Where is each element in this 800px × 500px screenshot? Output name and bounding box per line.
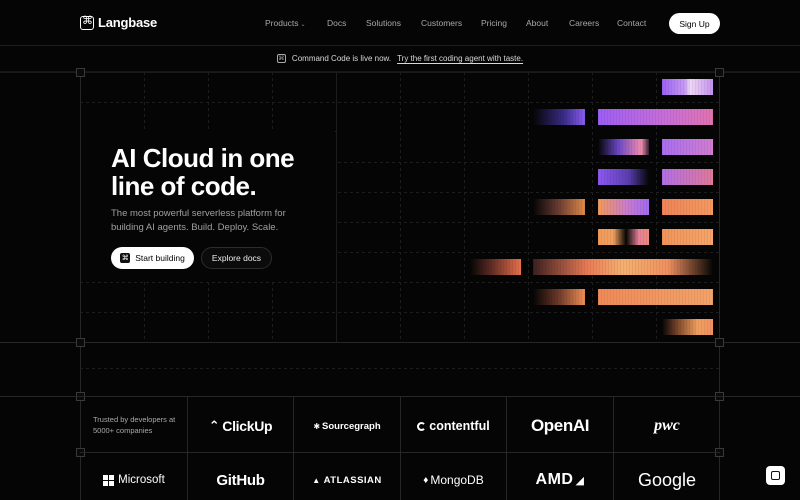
amd-logo: AMD ◢ [535, 471, 585, 488]
announcement-text: Command Code is live now. [291, 54, 392, 63]
announcement-bar: ⌘ Command Code is live now. Try the firs… [0, 46, 800, 72]
microsoft-icon [103, 474, 115, 486]
start-building-button[interactable]: ⌘ Start building [111, 247, 194, 269]
github-logo: GitHub [216, 471, 265, 489]
nav-item-careers[interactable]: Careers [569, 18, 599, 28]
atlassian-logo: ▲ ATLASSIAN [312, 474, 382, 486]
nav-item-solutions[interactable]: Solutions [366, 18, 401, 28]
sourcegraph-icon: ✱ [313, 421, 321, 431]
chevron-down-icon: ⌄ [300, 22, 306, 28]
nav-item-customers[interactable]: Customers [421, 18, 462, 28]
mongodb-logo: ♦ MongoDB [423, 473, 484, 487]
trusted-by-label: Trusted by developers at 5000+ companies [93, 415, 176, 435]
logo-mark-icon [80, 14, 94, 30]
contentful-logo: contentful [401, 404, 506, 448]
sourcegraph-logo: ✱ Sourcegraph [313, 420, 381, 432]
mongodb-leaf-icon: ♦ [423, 474, 429, 486]
announcement-link[interactable]: Try the first coding agent with taste. [397, 54, 523, 63]
clickup-logo: ⌃ ClickUp [208, 418, 273, 434]
nav-item-docs[interactable]: Docs [327, 18, 346, 28]
chat-widget-button[interactable] [766, 466, 785, 485]
sign-up-button[interactable]: Sign Up [669, 13, 720, 34]
google-logo: Google [637, 469, 697, 490]
atlassian-icon: ▲ [312, 475, 321, 485]
pwc-logo: pwc [654, 417, 680, 434]
clickup-icon: ⌃ [208, 418, 220, 433]
nav-item-contact[interactable]: Contact [617, 18, 646, 28]
amd-arrow-icon: ◢ [575, 474, 585, 487]
nav-item-about[interactable]: About [526, 18, 548, 28]
chat-icon [771, 471, 780, 480]
hero-title: AI Cloud in one line of code. [111, 143, 295, 201]
top-nav: Langbase Products⌄ Docs Solutions Custom… [0, 0, 800, 46]
command-icon: ⌘ [120, 253, 131, 263]
nav-item-products[interactable]: Products ⌄ [265, 18, 306, 28]
hero-subtitle: The most powerful serverless platform fo… [111, 208, 286, 233]
openai-logo: OpenAI [530, 416, 590, 435]
microsoft-logo: Microsoft [81, 460, 187, 500]
langbase-logo[interactable]: Langbase [80, 14, 158, 30]
brand-name: Langbase [98, 15, 158, 30]
explore-docs-button[interactable]: Explore docs [201, 247, 272, 269]
contentful-icon [417, 421, 427, 431]
nav-item-pricing[interactable]: Pricing [481, 18, 507, 28]
command-icon: ⌘ [276, 54, 286, 63]
